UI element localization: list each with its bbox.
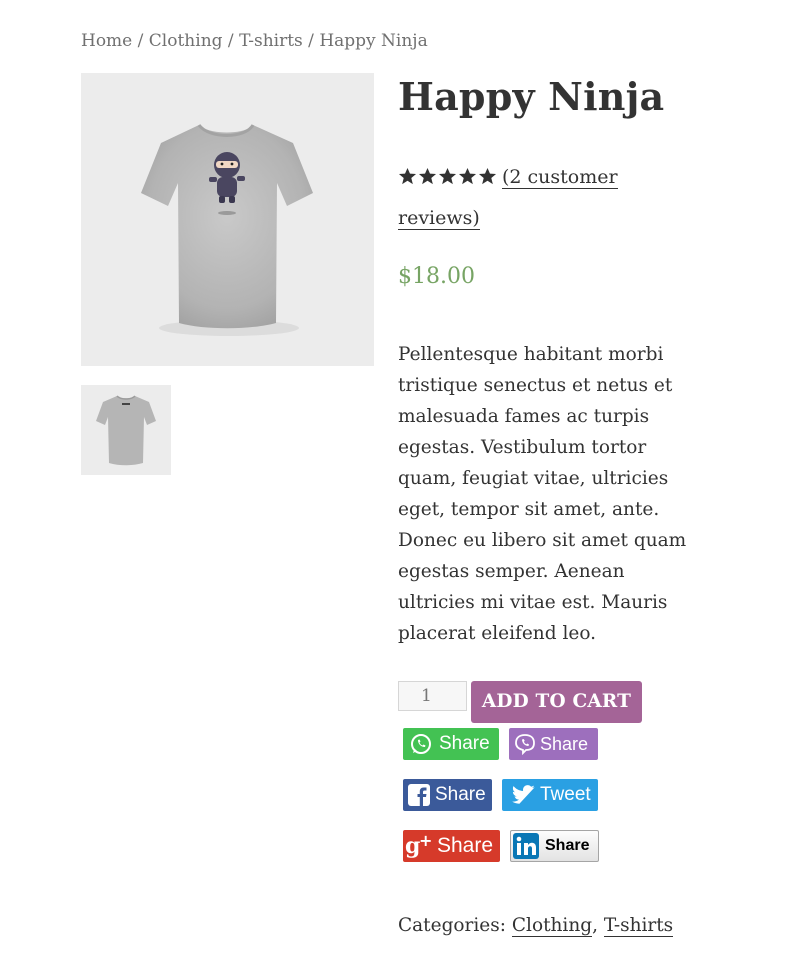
product-categories: Categories: Clothing, T-shirts: [398, 915, 674, 937]
viber-share-label: Share: [540, 733, 589, 754]
facebook-icon: [403, 784, 430, 806]
breadcrumb-separator: /: [132, 31, 149, 51]
svg-text:+: +: [419, 831, 432, 850]
twitter-tweet-button[interactable]: Tweet: [502, 779, 598, 811]
product-thumbnail[interactable]: [81, 385, 171, 475]
add-to-cart-button[interactable]: ADD TO CART: [471, 681, 642, 723]
breadcrumb-clothing[interactable]: Clothing: [149, 31, 223, 51]
breadcrumb: Home / Clothing / T-shirts / Happy Ninja: [81, 31, 428, 51]
breadcrumb-separator: /: [302, 31, 320, 51]
tshirt-back-thumbnail: [96, 395, 156, 466]
twitter-bird-icon: [502, 785, 536, 805]
breadcrumb-separator: /: [222, 31, 240, 51]
product-description: Pellentesque habitant morbi tristique se…: [398, 344, 687, 644]
facebook-share-label: Share: [435, 784, 486, 805]
star-icon: [398, 167, 417, 185]
product-price: $18.00: [398, 264, 475, 289]
star-icon: [418, 167, 437, 185]
category-link-clothing[interactable]: Clothing: [511, 915, 593, 937]
facebook-share-button[interactable]: Share: [403, 779, 492, 811]
google-plus-share-label: Share: [437, 834, 494, 857]
google-plus-icon: g +: [403, 831, 437, 861]
twitter-tweet-label: Tweet: [540, 784, 591, 805]
whatsapp-share-label: Share: [439, 733, 490, 754]
star-icon: [458, 167, 477, 185]
category-link-tshirts[interactable]: T-shirts: [603, 915, 674, 937]
linkedin-share-label: Share: [545, 837, 590, 854]
breadcrumb-home[interactable]: Home: [81, 31, 132, 51]
linkedin-share-button[interactable]: Share: [510, 830, 599, 862]
category-separator: ,: [592, 915, 604, 936]
breadcrumb-tshirts[interactable]: T-shirts: [239, 31, 303, 51]
categories-label: Categories:: [398, 915, 506, 936]
star-icon: [438, 167, 457, 185]
quantity-input[interactable]: [398, 681, 467, 711]
google-plus-share-button[interactable]: g + Share: [403, 830, 500, 862]
star-rating: [398, 161, 498, 199]
whatsapp-share-button[interactable]: Share: [403, 728, 499, 760]
breadcrumb-current: Happy Ninja: [319, 31, 428, 51]
whatsapp-icon: [403, 732, 433, 756]
viber-share-button[interactable]: Share: [509, 728, 598, 760]
viber-icon: [509, 733, 536, 755]
star-icon: [478, 167, 497, 185]
product-title: Happy Ninja: [398, 74, 665, 119]
tshirt-front-image: [141, 123, 313, 336]
linkedin-icon: [511, 833, 539, 859]
product-main-image[interactable]: [81, 73, 374, 366]
product-rating: (2 customer reviews): [398, 158, 688, 237]
